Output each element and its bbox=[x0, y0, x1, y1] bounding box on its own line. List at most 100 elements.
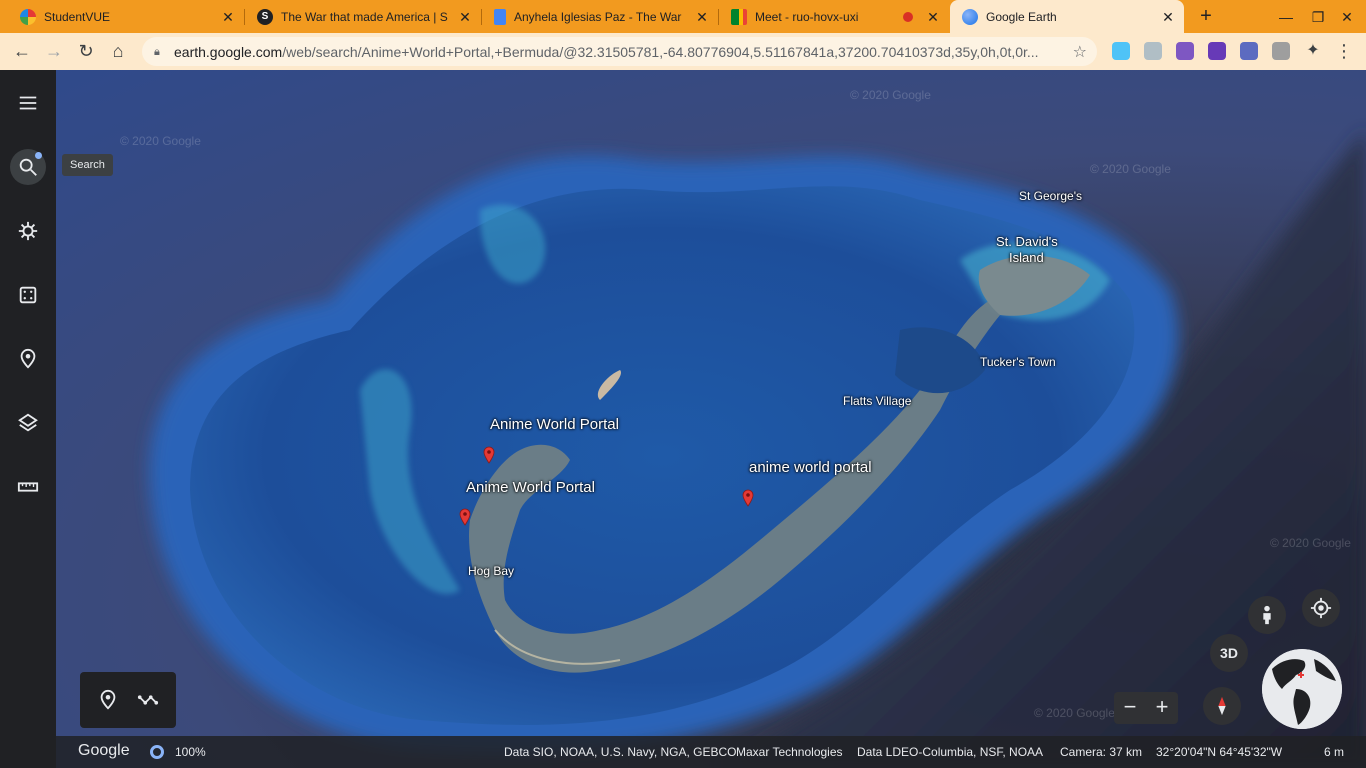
earth-icon bbox=[962, 8, 978, 25]
ground-elevation: 6 m bbox=[1324, 745, 1345, 759]
ruler-icon bbox=[17, 482, 39, 492]
place-label-tuckers-town[interactable]: Tucker's Town bbox=[980, 355, 1056, 369]
projects-button[interactable] bbox=[10, 341, 46, 377]
camera-altitude: Camera: 37 km bbox=[1060, 745, 1143, 759]
close-icon[interactable]: ✕ bbox=[1160, 9, 1176, 25]
place-label-st-davids[interactable]: St. David's bbox=[996, 234, 1058, 249]
docs-icon bbox=[494, 8, 506, 25]
imagery-watermark: © 2020 Google bbox=[850, 88, 931, 102]
tab-war-that-made-america[interactable]: S The War that made America | S ✕ bbox=[245, 0, 481, 33]
home-icon[interactable]: ⌂ bbox=[104, 37, 132, 65]
browser-menu-icon[interactable]: ⋮ bbox=[1334, 41, 1354, 61]
close-icon[interactable]: ✕ bbox=[694, 9, 710, 25]
my-location-button[interactable] bbox=[1302, 589, 1340, 627]
compass-button[interactable] bbox=[1203, 687, 1241, 725]
restore-icon[interactable]: ❐ bbox=[1307, 6, 1329, 28]
tab-studentvue[interactable]: StudentVUE ✕ bbox=[8, 0, 244, 33]
cursor-coordinates: 32°20'04"N 64°45'32"W bbox=[1156, 745, 1283, 759]
url-path: /web/search/Anime+World+Portal,+Bermuda/… bbox=[282, 43, 1039, 60]
extension-cast-icon[interactable] bbox=[1272, 42, 1290, 60]
extension-pdf-icon[interactable] bbox=[1240, 42, 1258, 60]
tab-google-earth[interactable]: Google Earth ✕ bbox=[950, 0, 1184, 33]
imagery-watermark: © 2020 Google bbox=[1034, 706, 1115, 720]
search-button[interactable] bbox=[10, 149, 46, 185]
draw-path-icon[interactable] bbox=[137, 689, 159, 711]
location-pin-icon[interactable] bbox=[483, 446, 495, 464]
extension-sync-icon[interactable] bbox=[1144, 42, 1162, 60]
left-sidebar bbox=[0, 70, 56, 768]
feeling-lucky-button[interactable] bbox=[10, 277, 46, 313]
tab-meet[interactable]: Meet - ruo-hovx-uxi ✕ bbox=[719, 0, 949, 33]
close-icon[interactable]: ✕ bbox=[457, 9, 473, 25]
meet-icon bbox=[731, 8, 747, 25]
address-bar[interactable]: 🔒︎ earth.google.com/web/search/Anime+Wor… bbox=[142, 37, 1097, 66]
zoom-controls: − + bbox=[1114, 692, 1178, 724]
compass-icon bbox=[1218, 696, 1226, 716]
tab-title: The War that made America | S bbox=[281, 9, 448, 24]
place-label-st-georges[interactable]: St George's bbox=[1019, 189, 1082, 203]
pegman-icon bbox=[1263, 605, 1271, 625]
url-host: earth.google.com bbox=[174, 43, 283, 60]
extension-cloud-icon[interactable] bbox=[1112, 42, 1130, 60]
place-label-hog-bay[interactable]: Hog Bay bbox=[468, 564, 514, 578]
add-placemark-icon[interactable] bbox=[97, 689, 119, 711]
close-icon[interactable]: ✕ bbox=[220, 9, 236, 25]
search-tooltip: Search bbox=[62, 154, 113, 176]
menu-button[interactable] bbox=[10, 85, 46, 121]
toggle-3d-button[interactable]: 3D bbox=[1210, 634, 1248, 672]
back-icon[interactable]: ← bbox=[8, 37, 36, 65]
location-pin-icon[interactable] bbox=[459, 508, 471, 526]
measure-button[interactable] bbox=[10, 469, 46, 505]
zoom-out-button[interactable]: − bbox=[1114, 692, 1146, 724]
tab-title: Anyhela Iglesias Paz - The War bbox=[514, 9, 682, 24]
place-label-anime-world-portal-1[interactable]: Anime World Portal bbox=[490, 416, 619, 433]
place-label-anime-world-portal-2[interactable]: Anime World Portal bbox=[466, 479, 595, 496]
earth-viewport[interactable]: © 2020 Google © 2020 Google © 2020 Googl… bbox=[0, 70, 1366, 768]
layers-icon bbox=[18, 413, 38, 432]
extension-puzzle-purple-icon[interactable] bbox=[1208, 42, 1226, 60]
place-label-anime-world-portal-3[interactable]: anime world portal bbox=[749, 459, 872, 476]
attribution-maxar[interactable]: Maxar Technologies bbox=[736, 745, 843, 759]
location-pin-icon[interactable] bbox=[742, 489, 754, 507]
imagery-watermark: © 2020 Google bbox=[1270, 536, 1351, 550]
search-icon bbox=[19, 158, 37, 176]
extensions-puzzle-icon[interactable]: ✦ bbox=[1304, 42, 1322, 60]
imagery-watermark: © 2020 Google bbox=[1090, 162, 1171, 176]
zoom-in-button[interactable]: + bbox=[1146, 692, 1178, 724]
forward-icon[interactable]: → bbox=[40, 37, 68, 65]
load-progress: 100% bbox=[175, 745, 206, 759]
street-view-button[interactable] bbox=[1248, 596, 1286, 634]
tab-docs[interactable]: Anyhela Iglesias Paz - The War ✕ bbox=[482, 0, 718, 33]
projects-icon bbox=[20, 348, 36, 369]
reload-icon[interactable]: ↻ bbox=[72, 37, 100, 65]
extension-chat-icon[interactable] bbox=[1176, 42, 1194, 60]
menu-icon bbox=[19, 96, 37, 110]
globe-minimap[interactable] bbox=[1262, 649, 1342, 729]
url-text: earth.google.com/web/search/Anime+World+… bbox=[174, 44, 1054, 60]
loading-ring-icon bbox=[150, 745, 164, 759]
dice-icon bbox=[19, 286, 37, 304]
lock-icon: 🔒︎ bbox=[154, 45, 160, 58]
crosshair-icon bbox=[1310, 597, 1332, 619]
attribution-data-sio[interactable]: Data SIO, NOAA, U.S. Navy, NGA, GEBCO bbox=[504, 745, 737, 759]
place-label-flatts-village[interactable]: Flatts Village bbox=[843, 394, 911, 408]
tab-title: Meet - ruo-hovx-uxi bbox=[755, 9, 859, 24]
notification-dot bbox=[35, 152, 42, 159]
tab-title: StudentVUE bbox=[44, 9, 111, 24]
voyager-icon bbox=[18, 221, 38, 241]
google-logo: Google bbox=[78, 742, 130, 759]
bookmark-star-icon[interactable]: ☆ bbox=[1073, 42, 1087, 62]
place-label-st-davids-island[interactable]: Island bbox=[1009, 250, 1044, 265]
close-window-icon[interactable]: ✕ bbox=[1336, 6, 1358, 28]
attribution-ldeo[interactable]: Data LDEO-Columbia, NSF, NOAA bbox=[857, 745, 1043, 759]
voyager-button[interactable] bbox=[10, 213, 46, 249]
minimize-icon[interactable]: — bbox=[1275, 6, 1297, 28]
new-tab-button[interactable]: + bbox=[1194, 5, 1218, 29]
imagery-watermark: © 2020 Google bbox=[120, 134, 201, 148]
map-style-button[interactable] bbox=[10, 405, 46, 441]
close-icon[interactable]: ✕ bbox=[925, 9, 941, 25]
status-bar: Google 100% Data SIO, NOAA, U.S. Navy, N… bbox=[56, 736, 1366, 768]
tab-strip: StudentVUE ✕ S The War that made America… bbox=[0, 0, 1366, 33]
globe-icon bbox=[1262, 649, 1342, 729]
s-badge-icon: S bbox=[257, 8, 273, 25]
